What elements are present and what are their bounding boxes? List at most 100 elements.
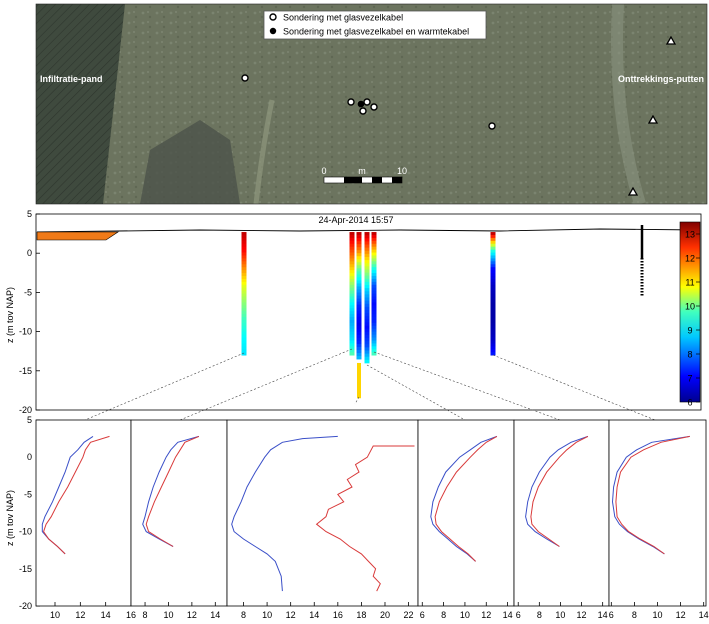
x-tick-label: 6 <box>609 610 614 620</box>
column-cell <box>241 302 247 306</box>
column-cell <box>364 263 370 267</box>
column-cell <box>356 337 362 342</box>
temperature-column-P5 <box>371 232 377 356</box>
column-cell <box>241 261 247 265</box>
column-cell <box>241 252 247 256</box>
temperature-column-P3 <box>356 232 362 360</box>
column-cell <box>371 281 377 286</box>
column-cell <box>364 278 370 283</box>
column-cell <box>241 296 247 300</box>
x-tick-label: 22 <box>404 610 414 620</box>
column-cell <box>364 338 370 342</box>
column-cell <box>241 249 247 253</box>
column-cell <box>356 343 362 348</box>
x-tick-label: 12 <box>577 610 587 620</box>
x-tick-label: 10 <box>555 610 565 620</box>
column-cell <box>349 234 355 239</box>
column-cell <box>349 340 355 344</box>
column-cell <box>364 275 370 280</box>
cross-section-title: 24-Apr-2014 15:57 <box>318 215 393 225</box>
y-tick-label: 0 <box>27 452 32 462</box>
column-cell <box>241 337 247 341</box>
column-cell <box>356 292 362 296</box>
column-cell <box>241 325 247 330</box>
column-cell <box>349 249 355 253</box>
column-cell <box>490 325 496 330</box>
colorbar-tick-label: 11 <box>685 278 694 288</box>
column-cell <box>364 313 370 317</box>
colorbar-tick-label: 9 <box>687 326 692 336</box>
profile-panel-5: 6 8 10 12 14 <box>513 419 610 620</box>
column-cell <box>356 238 362 242</box>
column-cell <box>371 290 377 294</box>
column-cell <box>490 278 496 283</box>
column-cell <box>241 267 247 271</box>
column-cell <box>371 261 377 265</box>
column-cell <box>364 260 370 264</box>
column-cell <box>349 278 355 283</box>
column-cell <box>490 308 496 312</box>
column-cell <box>364 341 370 345</box>
panel-frame <box>35 419 132 607</box>
column-cell <box>241 273 247 277</box>
column-cell <box>356 301 362 306</box>
column-cell <box>364 353 370 358</box>
column-cell <box>490 314 496 318</box>
column-cell <box>349 273 355 277</box>
colorbar-tick-label: 12 <box>685 254 695 264</box>
x-tick-label: 12 <box>187 610 197 620</box>
sounding-marker-heated <box>357 100 365 108</box>
colorbar-tick-label: 8 <box>687 350 692 360</box>
column-cell <box>241 340 247 344</box>
column-cell <box>371 346 377 350</box>
column-cell <box>241 237 247 242</box>
column-cell <box>356 352 362 357</box>
column-cell <box>364 316 370 320</box>
column-cell <box>356 298 362 302</box>
column-cell <box>241 243 247 248</box>
column-cell <box>356 316 362 321</box>
column-cell <box>241 328 247 333</box>
column-cell <box>490 322 496 327</box>
profile-ylabel: z (m tov NAP) <box>5 490 15 546</box>
y-tick-label: 0 <box>27 248 32 258</box>
column-cell <box>349 261 355 265</box>
column-cell <box>349 284 355 289</box>
column-cell <box>356 268 362 272</box>
column-cell <box>349 246 355 251</box>
column-cell <box>241 246 247 251</box>
column-cell <box>371 334 377 338</box>
x-tick-label: 6 <box>516 610 521 620</box>
column-cell <box>490 284 496 289</box>
column-cell <box>349 308 355 312</box>
column-cell <box>241 270 247 274</box>
column-cell <box>371 343 377 347</box>
column-cell <box>371 287 377 292</box>
x-tick-label: 20 <box>380 610 390 620</box>
x-tick-label: 8 <box>441 610 446 620</box>
column-cell <box>241 287 247 292</box>
column-cell <box>349 325 355 330</box>
column-cell <box>349 314 355 318</box>
column-cell <box>356 253 362 257</box>
column-cell <box>241 311 247 315</box>
column-cell <box>371 284 377 289</box>
x-tick-label: 10 <box>652 610 662 620</box>
column-cell <box>364 247 370 252</box>
column-cell <box>371 232 377 236</box>
column-cell <box>356 277 362 281</box>
x-tick-label: 8 <box>537 610 542 620</box>
column-cell <box>241 240 247 245</box>
column-cell <box>241 278 247 283</box>
column-cell <box>371 296 377 300</box>
column-cell <box>349 240 355 245</box>
column-cell <box>241 346 247 350</box>
column-cell <box>490 264 496 268</box>
column-cell <box>241 258 247 262</box>
open-circle-marker-icon <box>269 13 277 21</box>
colorbar-tick-label: 7 <box>687 374 692 384</box>
sounding-marker <box>347 98 355 106</box>
column-cell <box>371 314 377 318</box>
column-cell <box>349 334 355 338</box>
profile-panel-3: 8 10 12 14 16 18 20 22 <box>226 419 419 620</box>
